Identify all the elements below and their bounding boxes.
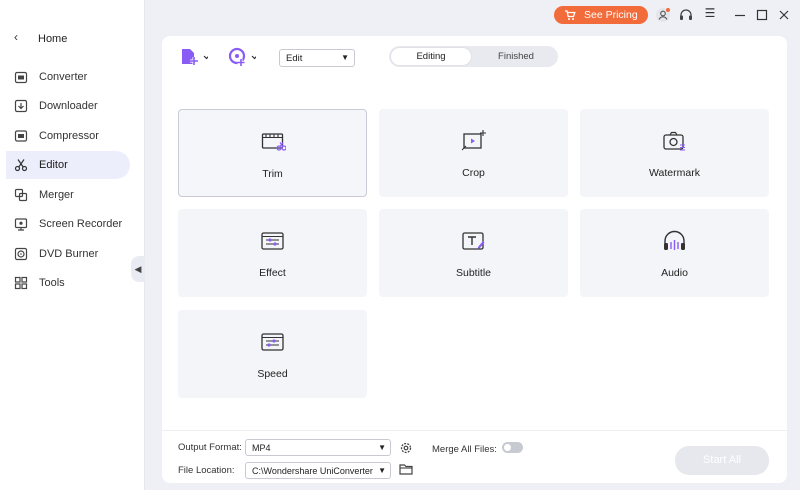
merge-all-files-label: Merge All Files:	[432, 444, 497, 455]
sidebar-item-label: DVD Burner	[39, 248, 99, 260]
headset-support-icon[interactable]	[678, 7, 694, 23]
subtitle-icon	[462, 232, 485, 250]
sidebar-item-editor[interactable]: Editor	[6, 151, 130, 179]
tile-speed[interactable]: Speed	[178, 310, 367, 398]
screen-recorder-icon	[14, 218, 28, 231]
minimize-icon[interactable]	[732, 7, 748, 23]
sidebar-item-label: Editor	[39, 159, 68, 171]
tile-label: Effect	[259, 267, 286, 279]
tile-label: Audio	[661, 267, 688, 279]
tile-audio[interactable]: Audio	[580, 209, 769, 297]
tile-label: Speed	[257, 368, 288, 380]
trim-icon	[261, 133, 286, 151]
sidebar-item-label: Converter	[39, 71, 88, 83]
menu-icon[interactable]: ☰	[702, 6, 718, 20]
sidebar-item-converter[interactable]: Converter	[6, 63, 130, 91]
tile-label: Trim	[262, 168, 283, 180]
user-account-icon[interactable]	[655, 7, 671, 23]
sidebar: ‹ Home Converter Downloader Compressor E…	[0, 0, 145, 490]
audio-icon	[664, 230, 685, 250]
editing-finished-switch: Editing Finished	[389, 46, 558, 67]
folder-icon[interactable]	[399, 463, 413, 476]
sidebar-item-label: Merger	[39, 189, 74, 201]
see-pricing-button[interactable]: See Pricing	[554, 6, 648, 24]
file-location-value: C:\Wondershare UniConverter 1	[252, 466, 381, 476]
output-format-label: Output Format:	[178, 442, 242, 453]
home-label: Home	[38, 33, 68, 45]
collapse-sidebar-button[interactable]: ◀	[131, 256, 145, 282]
compressor-icon	[14, 130, 28, 142]
sidebar-item-label: Tools	[39, 277, 65, 289]
chevron-down-icon: ▼	[376, 466, 386, 475]
tile-label: Crop	[462, 167, 485, 179]
scissors-icon	[14, 159, 28, 172]
tile-label: Watermark	[649, 167, 700, 179]
tab-editing[interactable]: Editing	[391, 48, 471, 65]
crop-icon	[461, 130, 486, 151]
tile-label: Subtitle	[455, 267, 492, 279]
converter-icon	[14, 71, 28, 84]
dvd-icon	[14, 247, 28, 261]
sidebar-item-compressor[interactable]: Compressor	[6, 122, 130, 150]
downloader-icon	[14, 99, 28, 113]
sidebar-item-label: Compressor	[39, 130, 99, 142]
add-file-icon[interactable]	[180, 47, 208, 67]
chevron-down-icon: ▼	[341, 53, 349, 62]
tile-effect[interactable]: Effect	[178, 209, 367, 297]
sidebar-item-tools[interactable]: Tools	[6, 269, 130, 297]
merger-icon	[14, 188, 28, 202]
output-format-value: MP4	[252, 443, 271, 453]
speed-icon	[261, 333, 284, 351]
sidebar-item-dvd-burner[interactable]: DVD Burner	[6, 240, 130, 268]
sidebar-item-screen-recorder[interactable]: Screen Recorder	[6, 210, 130, 238]
tile-trim[interactable]: Trim	[178, 109, 367, 197]
add-media-icon[interactable]	[228, 47, 256, 67]
mode-select-value: Edit	[286, 53, 303, 64]
tile-crop[interactable]: Crop	[379, 109, 568, 197]
merge-all-files-toggle[interactable]	[502, 442, 523, 453]
file-location-label: File Location:	[178, 465, 235, 476]
sidebar-item-merger[interactable]: Merger	[6, 181, 130, 209]
format-settings-icon[interactable]	[399, 441, 413, 455]
sidebar-item-label: Downloader	[39, 100, 98, 112]
see-pricing-label: See Pricing	[584, 9, 638, 21]
effect-icon	[261, 232, 284, 250]
close-icon[interactable]	[776, 7, 792, 23]
cart-icon	[565, 10, 576, 20]
toggle-knob	[504, 444, 511, 451]
footer-divider	[162, 430, 787, 431]
mode-select[interactable]: Edit ▼	[279, 49, 355, 67]
output-format-select[interactable]: MP4 ▼	[245, 439, 391, 456]
watermark-icon	[663, 131, 685, 151]
maximize-icon[interactable]	[754, 7, 770, 23]
tile-subtitle[interactable]: Subtitle	[379, 209, 568, 297]
tab-finished[interactable]: Finished	[476, 48, 556, 65]
chevron-down-icon: ▼	[376, 443, 386, 452]
start-all-button[interactable]: Start All	[675, 446, 769, 475]
chevron-left-icon: ‹	[14, 30, 18, 44]
tile-watermark[interactable]: Watermark	[580, 109, 769, 197]
sidebar-item-label: Screen Recorder	[39, 218, 123, 230]
tools-icon	[14, 276, 28, 290]
home-link[interactable]: ‹ Home	[0, 26, 145, 52]
file-location-select[interactable]: C:\Wondershare UniConverter 1 ▼	[245, 462, 391, 479]
sidebar-item-downloader[interactable]: Downloader	[6, 92, 130, 120]
